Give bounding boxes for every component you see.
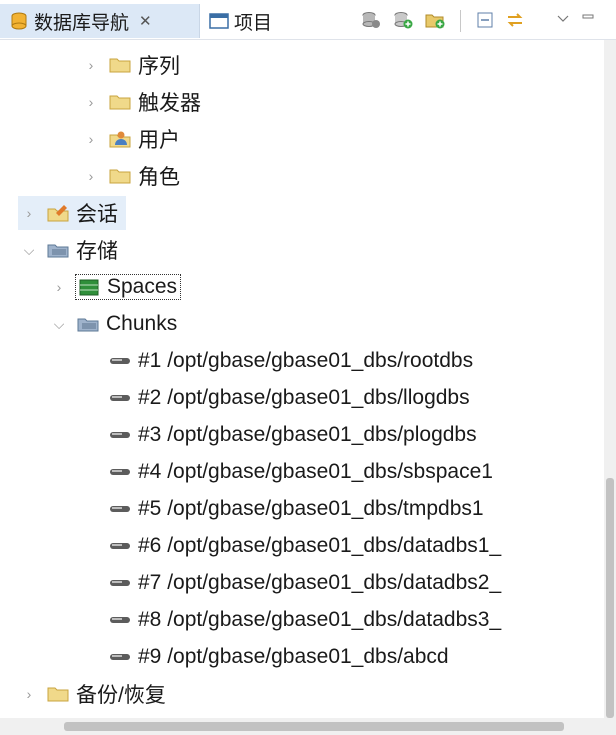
chunk-path: #9 /opt/gbase/gbase01_dbs/abcd (138, 645, 449, 668)
tree-leaf-chunk[interactable]: #6 /opt/gbase/gbase01_dbs/datadbs1_ (108, 529, 501, 563)
tree-leaf-chunk[interactable]: #2 /opt/gbase/gbase01_dbs/llogdbs (108, 381, 470, 415)
storage-icon (47, 244, 69, 258)
disk-chunk-icon (110, 617, 130, 623)
tree-node-label: 触发器 (138, 92, 201, 115)
tree-node-sequences[interactable]: › 序列 (80, 48, 180, 82)
tree-leaf-chunk[interactable]: #7 /opt/gbase/gbase01_dbs/datadbs2_ (108, 566, 501, 600)
disk-chunk-icon (110, 358, 130, 364)
tree-leaf-chunk[interactable]: #1 /opt/gbase/gbase01_dbs/rootdbs (108, 344, 473, 378)
tree-leaf-chunk[interactable]: #8 /opt/gbase/gbase01_dbs/datadbs3_ (108, 603, 501, 637)
view-menu-icon[interactable] (556, 10, 570, 30)
tab-projects[interactable]: 项目 (202, 4, 294, 38)
tree-node-users[interactable]: › 用户 (80, 122, 180, 156)
chunk-path: #2 /opt/gbase/gbase01_dbs/llogdbs (138, 386, 470, 409)
tree-node-label: Spaces (107, 275, 178, 298)
focused-node-box: Spaces (74, 274, 182, 300)
disk-chunk-icon (110, 469, 130, 475)
user-folder-icon (109, 131, 131, 148)
folder-icon (109, 58, 131, 73)
expand-chevron-icon[interactable]: › (80, 128, 102, 150)
folder-icon (109, 169, 131, 184)
horizontal-scrollbar[interactable] (0, 718, 616, 735)
expand-chevron-icon[interactable]: › (18, 683, 40, 705)
tree-node-label: 序列 (138, 55, 180, 78)
vertical-scroll-thumb[interactable] (606, 478, 614, 718)
expand-chevron-icon[interactable]: › (80, 54, 102, 76)
disk-chunk-icon (110, 432, 130, 438)
add-connection-icon[interactable] (392, 10, 414, 30)
disk-chunk-icon (110, 395, 130, 401)
disk-chunk-icon (110, 580, 130, 586)
disk-chunk-icon (110, 543, 130, 549)
chunk-path: #1 /opt/gbase/gbase01_dbs/rootdbs (138, 349, 474, 372)
tree-node-label: 用户 (138, 129, 180, 152)
horizontal-scroll-thumb[interactable] (64, 722, 564, 731)
tab-database-navigator[interactable]: 数据库导航 ✕ (0, 4, 200, 38)
minimize-icon[interactable] (580, 10, 596, 30)
spaces-icon (79, 279, 99, 296)
database-tree: › 序列 › 触发器 › 用户 › 角色 › 会话 ⌵ 存储 › Spaces … (0, 44, 604, 718)
tree-node-label: 备份/恢复 (76, 684, 166, 707)
tree-node-storage[interactable]: ⌵ 存储 (18, 233, 118, 267)
collapse-chevron-icon[interactable]: ⌵ (48, 313, 70, 335)
tree-node-sessions[interactable]: › 会话 (18, 196, 126, 230)
tree-leaf-chunk[interactable]: #4 /opt/gbase/gbase01_dbs/sbspace1 (108, 455, 493, 489)
tree-node-label: Chunks (106, 312, 178, 335)
tree-node-label: 角色 (138, 166, 180, 189)
expand-chevron-icon[interactable]: › (18, 202, 40, 224)
chunk-path: #8 /opt/gbase/gbase01_dbs/datadbs3_ (138, 608, 502, 631)
tree-node-spaces[interactable]: › Spaces (48, 270, 182, 304)
folder-icon (109, 95, 131, 110)
collapse-all-icon[interactable] (474, 10, 496, 30)
tree-node-backup-restore[interactable]: › 备份/恢复 (18, 677, 166, 711)
chunks-icon (77, 318, 99, 332)
link-with-editor-icon[interactable] (504, 10, 526, 30)
tree-node-chunks[interactable]: ⌵ Chunks (48, 307, 178, 341)
disk-chunk-icon (110, 506, 130, 512)
tree-node-triggers[interactable]: › 触发器 (80, 85, 201, 119)
database-settings-icon[interactable] (360, 10, 382, 30)
project-window-icon (209, 13, 229, 29)
disk-chunk-icon (110, 654, 130, 660)
chunk-path: #6 /opt/gbase/gbase01_dbs/datadbs1_ (138, 534, 502, 557)
expand-chevron-icon[interactable]: › (80, 91, 102, 113)
chunk-path: #7 /opt/gbase/gbase01_dbs/datadbs2_ (138, 571, 502, 594)
collapse-chevron-icon[interactable]: ⌵ (18, 239, 40, 261)
tree-leaf-chunk[interactable]: #3 /opt/gbase/gbase01_dbs/plogdbs (108, 418, 477, 452)
expand-chevron-icon[interactable]: › (80, 165, 102, 187)
sessions-icon (47, 205, 69, 222)
vertical-scrollbar[interactable] (604, 40, 616, 718)
close-tab-icon[interactable]: ✕ (139, 12, 152, 30)
tree-node-roles[interactable]: › 角色 (80, 159, 180, 193)
tree-node-label: 会话 (76, 203, 118, 226)
expand-chevron-icon[interactable]: › (48, 276, 70, 298)
chunk-path: #3 /opt/gbase/gbase01_dbs/plogdbs (138, 423, 477, 446)
toolbar-separator (460, 10, 461, 32)
tree-node-label: 存储 (76, 240, 118, 263)
tab-database-navigator-label: 数据库导航 (34, 12, 130, 34)
tree-leaf-chunk[interactable]: #5 /opt/gbase/gbase01_dbs/tmpdbs1 (108, 492, 484, 526)
view-tab-bar: 数据库导航 ✕ 项目 (0, 0, 616, 40)
new-folder-icon[interactable] (424, 10, 446, 30)
folder-icon (47, 687, 69, 702)
chunk-path: #4 /opt/gbase/gbase01_dbs/sbspace1 (138, 460, 493, 483)
tab-projects-label: 项目 (234, 12, 273, 34)
chunk-path: #5 /opt/gbase/gbase01_dbs/tmpdbs1 (138, 497, 484, 520)
database-navigator-icon (11, 12, 27, 30)
tree-leaf-chunk[interactable]: #9 /opt/gbase/gbase01_dbs/abcd (108, 640, 449, 674)
